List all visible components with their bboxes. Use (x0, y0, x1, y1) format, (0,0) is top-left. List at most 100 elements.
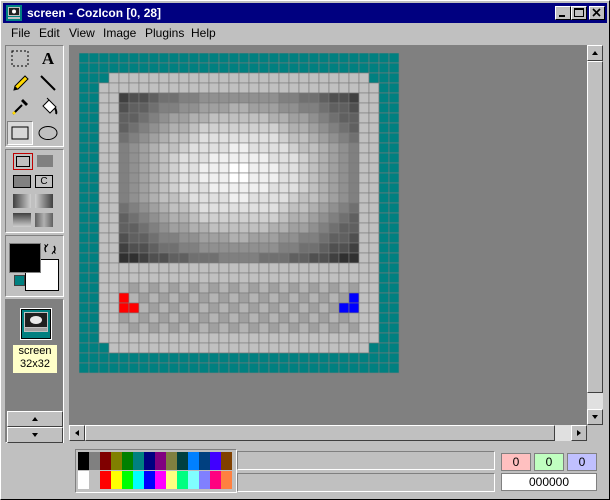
pixel-cell[interactable] (388, 152, 400, 164)
pixel-cell[interactable] (358, 332, 370, 344)
pixel-cell[interactable] (258, 242, 270, 254)
pixel-cell[interactable] (278, 152, 290, 164)
pixel-cell[interactable] (258, 182, 270, 194)
pixel-cell[interactable] (79, 72, 90, 84)
pixel-cell[interactable] (218, 142, 230, 154)
pixel-cell[interactable] (328, 322, 340, 334)
pixel-cell[interactable] (168, 252, 180, 264)
pixel-cell[interactable] (188, 282, 200, 294)
pixel-cell[interactable] (208, 342, 220, 354)
pixel-cell[interactable] (328, 272, 340, 284)
pixel-cell[interactable] (108, 272, 120, 284)
pixel-cell[interactable] (88, 192, 100, 204)
pixel-cell[interactable] (88, 262, 100, 274)
pixel-cell[interactable] (148, 342, 160, 354)
pixel-cell[interactable] (378, 112, 390, 124)
pixel-cell[interactable] (338, 53, 350, 64)
pixel-cell[interactable] (268, 302, 280, 314)
pixel-cell[interactable] (88, 242, 100, 254)
pixel-cell[interactable] (348, 172, 360, 184)
pixel-cell[interactable] (98, 182, 110, 194)
pixel-cell[interactable] (268, 292, 280, 304)
pixel-cell[interactable] (98, 322, 110, 334)
pixel-cell[interactable] (388, 242, 400, 254)
pixel-cell[interactable] (158, 302, 170, 314)
pixel-cell[interactable] (178, 132, 190, 144)
pixel-cell[interactable] (288, 202, 300, 214)
gradient-h-option[interactable] (13, 194, 31, 208)
pixel-cell[interactable] (288, 232, 300, 244)
pixel-cell[interactable] (79, 162, 90, 174)
pixel-cell[interactable] (188, 202, 200, 214)
pixel-cell[interactable] (328, 62, 340, 74)
pixel-cell[interactable] (308, 352, 320, 364)
pixel-cell[interactable] (148, 352, 160, 364)
pixel-cell[interactable] (238, 272, 250, 284)
pixel-cell[interactable] (338, 262, 350, 274)
pixel-cell[interactable] (98, 252, 110, 264)
pixel-cell[interactable] (168, 302, 180, 314)
vertical-scrollbar[interactable] (587, 45, 603, 425)
pixel-cell[interactable] (328, 182, 340, 194)
pixel-cell[interactable] (288, 172, 300, 184)
pixel-cell[interactable] (178, 262, 190, 274)
pixel-cell[interactable] (388, 322, 400, 334)
pixel-cell[interactable] (208, 202, 220, 214)
pixel-cell[interactable] (198, 212, 210, 224)
pixel-cell[interactable] (138, 252, 150, 264)
pixel-cell[interactable] (368, 242, 380, 254)
pixel-cell[interactable] (378, 152, 390, 164)
pixel-cell[interactable] (168, 132, 180, 144)
palette-swatch[interactable] (210, 471, 221, 489)
pixel-cell[interactable] (79, 82, 90, 94)
pixel-cell[interactable] (298, 302, 310, 314)
pixel-cell[interactable] (208, 92, 220, 104)
pixel-cell[interactable] (218, 202, 230, 214)
pixel-cell[interactable] (328, 352, 340, 364)
pixel-cell[interactable] (248, 242, 260, 254)
pixel-cell[interactable] (138, 112, 150, 124)
pixel-cell[interactable] (318, 92, 330, 104)
pixel-cell[interactable] (368, 72, 380, 84)
pixel-cell[interactable] (178, 53, 190, 64)
pixel-cell[interactable] (79, 122, 90, 134)
pixel-cell[interactable] (218, 222, 230, 234)
pixel-cell[interactable] (368, 82, 380, 94)
pixel-cell[interactable] (348, 162, 360, 174)
pixel-cell[interactable] (228, 182, 240, 194)
pixel-cell[interactable] (158, 162, 170, 174)
pixel-cell[interactable] (188, 122, 200, 134)
pixel-cell[interactable] (198, 82, 210, 94)
pixel-cell[interactable] (118, 152, 130, 164)
pixel-cell[interactable] (388, 162, 400, 174)
pixel-cell[interactable] (338, 232, 350, 244)
pixel-cell[interactable] (278, 362, 290, 374)
pixel-cell[interactable] (338, 212, 350, 224)
pixel-cell[interactable] (108, 252, 120, 264)
pixel-cell[interactable] (108, 132, 120, 144)
pixel-cell[interactable] (368, 162, 380, 174)
pixel-cell[interactable] (348, 62, 360, 74)
pixel-cell[interactable] (378, 332, 390, 344)
pixel-cell[interactable] (168, 162, 180, 174)
pixel-cell[interactable] (98, 292, 110, 304)
pixel-cell[interactable] (238, 142, 250, 154)
palette-swatch[interactable] (100, 471, 111, 489)
pixel-cell[interactable] (178, 232, 190, 244)
pixel-cell[interactable] (158, 122, 170, 134)
pixel-cell[interactable] (79, 332, 90, 344)
pixel-cell[interactable] (348, 222, 360, 234)
pixel-cell[interactable] (238, 212, 250, 224)
pixel-cell[interactable] (258, 282, 270, 294)
pixel-cell[interactable] (168, 352, 180, 364)
pixel-cell[interactable] (238, 262, 250, 274)
pixel-cell[interactable] (318, 242, 330, 254)
pixel-cell[interactable] (328, 262, 340, 274)
pixel-cell[interactable] (79, 352, 90, 364)
palette-swatch[interactable] (122, 452, 133, 470)
pixel-cell[interactable] (118, 72, 130, 84)
pixel-cell[interactable] (228, 302, 240, 314)
pixel-cell[interactable] (108, 232, 120, 244)
pixel-cell[interactable] (368, 212, 380, 224)
pixel-cell[interactable] (98, 202, 110, 214)
